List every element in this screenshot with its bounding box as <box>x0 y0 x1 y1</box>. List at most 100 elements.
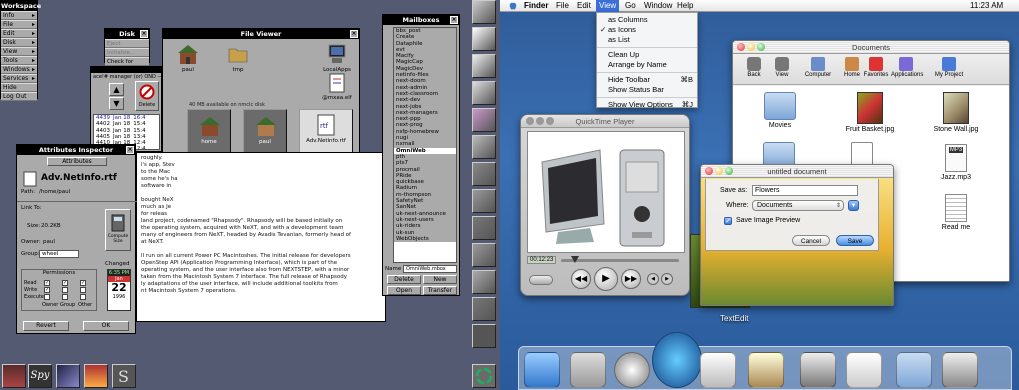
permission-checkbox[interactable] <box>80 287 86 293</box>
arrow-down-button[interactable]: ▼ <box>109 97 124 110</box>
scrubber-thumb[interactable] <box>571 256 579 263</box>
toolbar-button-computer[interactable]: Computer <box>803 57 833 78</box>
next-logo-tile[interactable] <box>472 0 496 24</box>
shelf-home[interactable]: home <box>187 109 231 153</box>
minimize-button[interactable] <box>715 167 723 175</box>
toolbar-button-view[interactable]: View <box>767 57 797 78</box>
miniwin-5[interactable]: S <box>112 364 136 388</box>
workspace-menu-item[interactable]: View ▸ <box>1 47 37 56</box>
mail-icon[interactable] <box>570 352 606 388</box>
fast-forward-button[interactable]: ▶▶ <box>621 269 641 289</box>
view-menu-item[interactable]: Show Status Bar <box>597 85 697 95</box>
document-text-area[interactable]: roughly. l's app, Stev to the Mac some he's… <box>136 152 386 322</box>
lamp-tile[interactable] <box>472 324 496 348</box>
expand-browser-button[interactable]: ▼ <box>848 200 859 211</box>
view-menu-item[interactable]: Arrange by Name <box>597 60 697 70</box>
ok-button[interactable]: OK <box>83 321 129 331</box>
volume-slider[interactable] <box>529 275 553 285</box>
spy-app[interactable]: Spy <box>28 364 52 388</box>
iphoto-icon[interactable] <box>748 352 784 388</box>
permission-checkbox[interactable] <box>62 287 68 293</box>
menu-window[interactable]: Window <box>644 1 672 10</box>
menu-edit[interactable]: Edit <box>577 1 591 10</box>
where-popup[interactable]: Documents ⇕ <box>752 200 844 211</box>
menu-help[interactable]: Help <box>677 1 693 10</box>
view-menu-item[interactable]: ✓ as Icons <box>597 25 697 35</box>
close-icon[interactable]: × <box>450 16 458 24</box>
mailbox-open-button[interactable]: Open <box>387 286 421 295</box>
permission-checkbox[interactable] <box>80 294 86 300</box>
menu-finder[interactable]: Finder <box>524 1 548 10</box>
save-preview-checkbox[interactable]: ✓ <box>724 217 732 225</box>
close-button[interactable] <box>737 43 745 51</box>
shelf-adv-netinfo[interactable]: rtf Adv.Netinfo.rtf <box>299 109 353 153</box>
folder-paul-top[interactable]: paul <box>173 43 203 73</box>
revert-button[interactable]: Revert <box>23 321 69 331</box>
menu-file[interactable]: File <box>556 1 569 10</box>
zoom-button[interactable] <box>757 43 765 51</box>
step-forward-button[interactable]: ▶ <box>661 273 673 285</box>
close-button[interactable] <box>526 117 534 125</box>
disk-menu-item[interactable]: Initialize... <box>105 48 149 57</box>
menu-view[interactable]: View <box>596 0 620 12</box>
workspace-menu-item[interactable]: File ▸ <box>1 20 37 29</box>
workspace-menu-item[interactable]: Hide <box>1 83 37 92</box>
app-tile[interactable] <box>472 189 496 213</box>
document-item-doc[interactable]: Read me <box>923 194 989 231</box>
close-button[interactable] <box>705 167 713 175</box>
folder-tmp[interactable]: tmp <box>223 43 253 73</box>
file-mxaa[interactable]: @mxaa.elf <box>318 73 356 101</box>
mailbox-new-button[interactable]: New <box>423 275 457 284</box>
workspace-menu-item[interactable]: Disk ▸ <box>1 38 37 47</box>
permission-checkbox[interactable]: ✓ <box>44 280 50 286</box>
delete-process-button[interactable]: Delete <box>135 81 159 111</box>
app-tile[interactable] <box>472 216 496 240</box>
view-menu-item[interactable]: Show View Options ⌘J <box>597 100 697 110</box>
disk-menu-item[interactable]: Eject <box>105 39 149 48</box>
miniwin-3[interactable] <box>56 364 80 388</box>
viewer-tile[interactable] <box>472 81 496 105</box>
permission-checkbox[interactable] <box>62 294 68 300</box>
mailbox-list[interactable]: bbs_post Create Dataphile evt Macify MagicCap… <box>393 27 457 263</box>
inspector-popup[interactable]: Attributes <box>47 157 107 166</box>
workspace-menu-item[interactable]: Info ▸ <box>1 11 37 20</box>
permission-checkbox[interactable]: ✓ <box>44 287 50 293</box>
toolbar-button-my-project[interactable]: My Project <box>929 57 969 78</box>
document-item-mp3[interactable]: MP3 Jazz.mp3 <box>923 144 989 181</box>
workspace-menu-item[interactable]: Services ▸ <box>1 74 37 83</box>
view-menu-item[interactable]: as List <box>597 35 697 45</box>
document-item-image-stone[interactable]: Stone Wall.jpg <box>923 92 989 133</box>
internet-explorer-icon[interactable] <box>652 332 702 388</box>
close-icon[interactable]: × <box>350 30 358 38</box>
sherlock-icon[interactable] <box>614 352 650 388</box>
permission-checkbox[interactable]: ✓ <box>62 280 68 286</box>
play-button[interactable]: ▶ <box>594 267 618 291</box>
trash-icon[interactable] <box>942 352 978 388</box>
rewind-button[interactable]: ◀◀ <box>571 269 591 289</box>
mail-tile[interactable] <box>472 54 496 78</box>
app-tile[interactable] <box>472 243 496 267</box>
minimize-button[interactable] <box>536 117 544 125</box>
miniwin-1[interactable] <box>2 364 26 388</box>
mailbox-transfer-button[interactable]: Transfer <box>423 286 457 295</box>
zoom-button[interactable] <box>546 117 554 125</box>
workspace-menu-item[interactable]: Log Out <box>1 92 37 101</box>
workspace-menu-item[interactable]: Windows ▸ <box>1 65 37 74</box>
view-menu-item[interactable]: Clean Up <box>597 50 697 60</box>
documents-folder-icon[interactable] <box>896 352 932 388</box>
save-button[interactable]: Save <box>836 235 874 246</box>
step-back-button[interactable]: ◀ <box>647 273 659 285</box>
edit-tile[interactable] <box>472 162 496 186</box>
miniwin-4[interactable] <box>84 364 108 388</box>
app-tile[interactable] <box>472 270 496 294</box>
terminal-tile[interactable] <box>472 135 496 159</box>
arrow-up-button[interactable]: ▲ <box>109 83 124 96</box>
finder-icon[interactable] <box>524 352 560 388</box>
workspace-menu-item[interactable]: Tools ▸ <box>1 56 37 65</box>
close-icon[interactable]: × <box>140 30 148 38</box>
group-field[interactable]: wheel <box>39 250 79 258</box>
save-as-field[interactable]: Flowers <box>752 185 858 196</box>
toolbar-button-favorites[interactable]: Favorites <box>861 57 891 78</box>
toolbar-button-applications[interactable]: Applications <box>891 57 923 78</box>
disk-menu-item[interactable]: Check for Disks <box>105 57 149 73</box>
